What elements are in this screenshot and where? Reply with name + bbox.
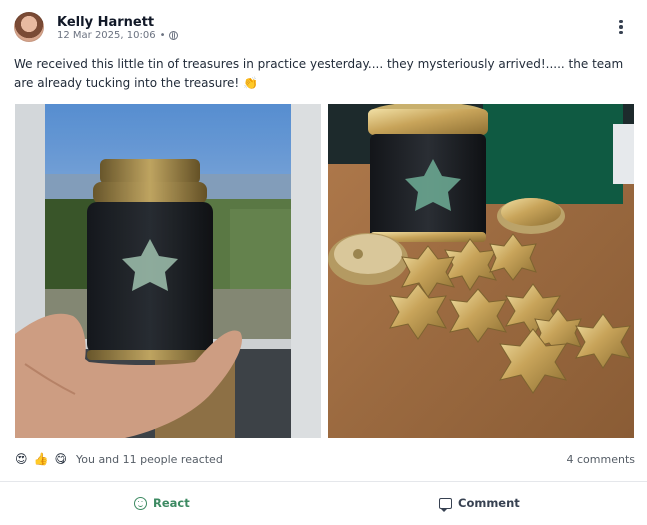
meta-separator: • [159,30,166,41]
comment-icon [439,497,452,512]
react-label: React [153,496,190,510]
post-card: Kelly Harnett 12 Mar 2025, 10:06 • We re… [0,0,647,525]
smile-icon [134,496,147,510]
heart-eyes-emoji-icon: 😍 [15,452,28,466]
react-button[interactable]: React [134,496,190,510]
photo-tin-in-hand-image [15,104,321,438]
comment-button[interactable]: Comment [439,496,520,512]
photo-tin-with-chocolates[interactable] [328,104,634,438]
author-avatar[interactable] [14,12,44,42]
kebab-menu-icon[interactable] [612,16,630,38]
globe-icon [169,31,179,40]
comment-label: Comment [458,496,520,510]
post-date: 12 Mar 2025, 10:06 [57,30,156,41]
post-text: We received this little tin of treasures… [14,57,624,90]
post-meta: 12 Mar 2025, 10:06 • [57,30,179,41]
divider [0,481,647,482]
photo-tin-with-chocolates-image [328,104,634,438]
comments-count[interactable]: 4 comments [567,453,636,466]
yum-emoji-icon: 😋 [54,452,67,466]
author-name[interactable]: Kelly Harnett [57,15,154,30]
reactions-text: You and 11 people reacted [75,452,223,466]
thumbs-up-emoji-icon: 👍 [33,452,49,466]
photo-tin-in-hand[interactable] [15,104,321,438]
reactions-summary[interactable]: 😍 👍 😋 You and 11 people reacted [15,452,223,466]
